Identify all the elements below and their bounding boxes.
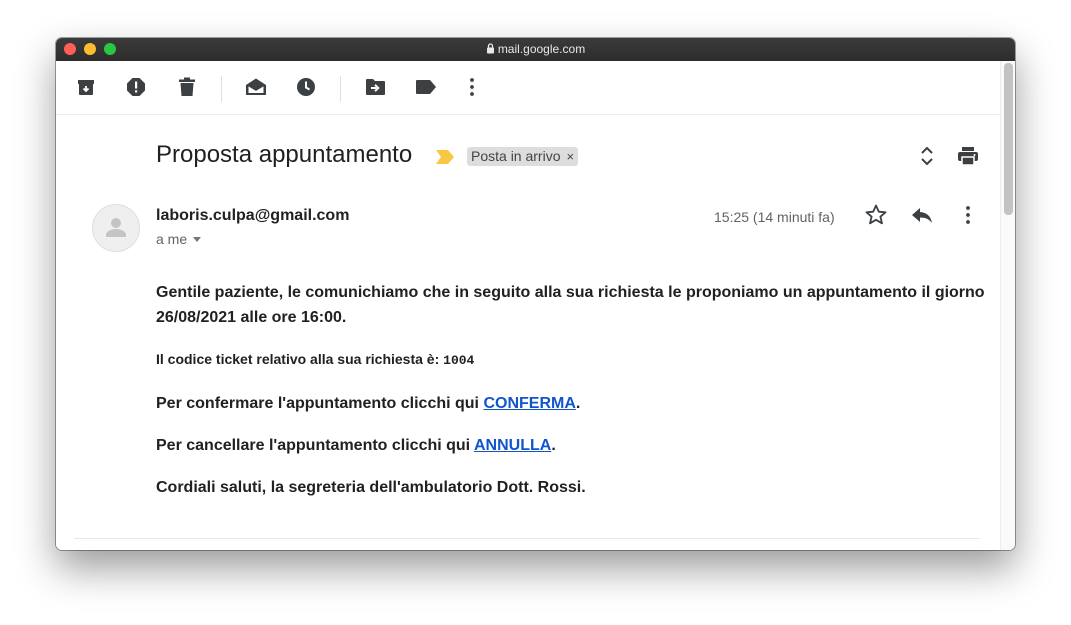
more-vert-icon (469, 77, 475, 102)
scrollbar-thumb[interactable] (1004, 63, 1013, 215)
confirm-link[interactable]: CONFERMA (483, 395, 575, 412)
reply-icon (911, 206, 933, 229)
delete-button[interactable] (171, 75, 203, 103)
message-toolbar (56, 61, 1000, 115)
importance-marker-icon[interactable] (436, 150, 455, 169)
ticket-label: Il codice ticket relativo alla sua richi… (156, 351, 444, 367)
title-bar: mail.google.com (56, 38, 1015, 61)
lock-icon (486, 39, 495, 62)
report-spam-icon (126, 77, 146, 102)
browser-window: mail.google.com Proposta appuntamento Po… (56, 38, 1015, 550)
ticket-code: 1004 (443, 353, 475, 368)
reply-button[interactable] (908, 203, 936, 231)
message-timestamp: 15:25 (14 minuti fa) (714, 209, 835, 225)
toolbar-divider (340, 76, 341, 102)
label-chip-text: Posta in arrivo (471, 148, 561, 164)
delete-icon (178, 77, 196, 102)
mark-unread-button[interactable] (240, 75, 272, 103)
vertical-scrollbar[interactable] (1000, 61, 1015, 550)
cancel-link[interactable]: ANNULLA (474, 437, 551, 454)
body-paragraph-cancel: Per cancellare l'appuntamento clicchi qu… (156, 433, 986, 458)
confirm-text: Per confermare l'appuntamento clicchi qu… (156, 395, 484, 412)
toolbar-divider (221, 76, 222, 102)
labels-button[interactable] (410, 75, 442, 103)
report-spam-button[interactable] (120, 75, 152, 103)
sender-email[interactable]: laboris.culpa@gmail.com (156, 207, 349, 225)
star-outline-icon (865, 204, 887, 230)
body-paragraph-confirm: Per confermare l'appuntamento clicchi qu… (156, 391, 986, 416)
message-more-button[interactable] (954, 203, 982, 231)
remove-label-button[interactable]: × (566, 149, 574, 164)
print-icon (957, 146, 979, 171)
body-paragraph-appointment: Gentile paziente, le comunichiamo che in… (156, 284, 985, 326)
star-button[interactable] (862, 203, 890, 231)
label-icon (415, 79, 437, 100)
body-paragraph-ticket: Il codice ticket relativo alla sua richi… (156, 349, 986, 371)
url-text: mail.google.com (497, 42, 586, 56)
email-subject: Proposta appuntamento (156, 141, 413, 168)
move-to-icon (365, 78, 386, 101)
label-chip-inbox[interactable]: Posta in arrivo × (467, 147, 579, 166)
archive-icon (76, 77, 96, 102)
archive-button[interactable] (70, 75, 102, 103)
recipient-text: a me (156, 231, 188, 247)
more-options-button[interactable] (456, 75, 488, 103)
confirm-end: . (575, 395, 581, 412)
address-bar[interactable]: mail.google.com (56, 38, 1015, 61)
unfold-icon (920, 145, 934, 172)
caret-down-icon (193, 237, 202, 242)
body-paragraph-signature: Cordiali saluti, la segreteria dell'ambu… (156, 479, 586, 496)
sender-avatar (92, 204, 140, 252)
print-button[interactable] (955, 145, 981, 171)
cancel-text: Per cancellare l'appuntamento clicchi qu… (156, 437, 474, 454)
move-to-button[interactable] (359, 75, 391, 103)
recipient-details[interactable]: a me (156, 231, 202, 247)
cancel-end: . (551, 437, 556, 454)
more-vert-icon (965, 205, 971, 230)
snooze-button[interactable] (290, 75, 322, 103)
message-divider (74, 538, 980, 539)
snooze-icon (296, 77, 316, 102)
expand-all-button[interactable] (914, 145, 940, 171)
mark-unread-icon (245, 77, 267, 102)
gmail-message-view: Proposta appuntamento Posta in arrivo × l… (56, 61, 1015, 550)
